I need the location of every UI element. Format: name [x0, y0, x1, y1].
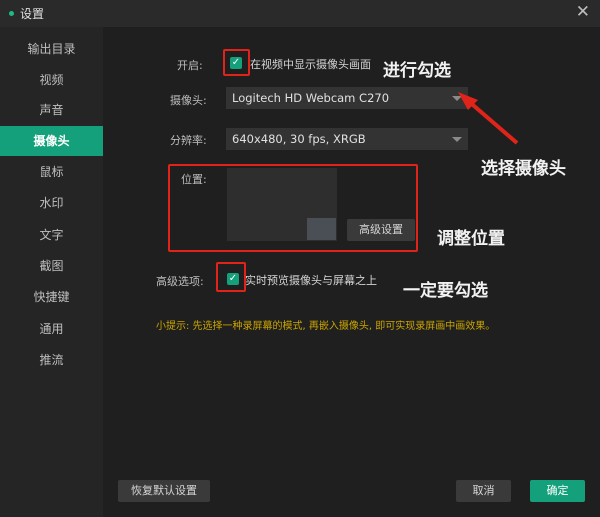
red-arrow-icon	[458, 92, 519, 145]
annotation-select-camera-note: 选择摄像头	[481, 159, 566, 179]
annotation-must-check-note: 一定要勾选	[403, 281, 488, 301]
annotation-check-note: 进行勾选	[383, 61, 451, 81]
annotation-adjust-position-note: 调整位置	[437, 229, 505, 249]
